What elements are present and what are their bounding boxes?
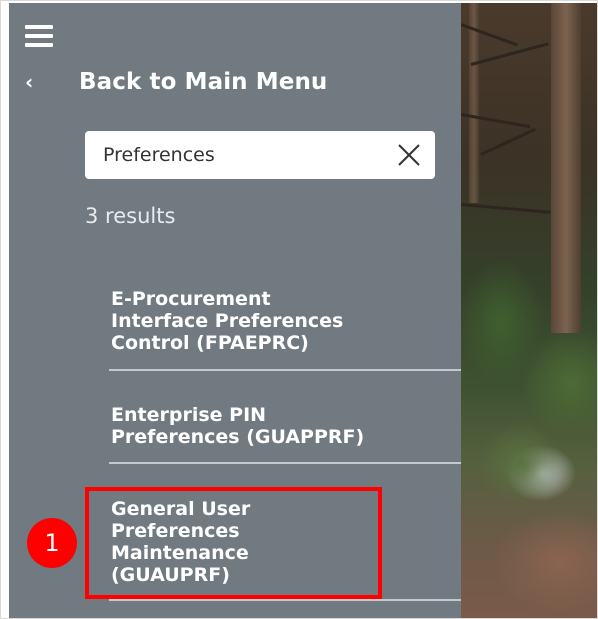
- result-line: E-Procurement: [111, 288, 271, 310]
- background-photo: [461, 3, 597, 618]
- result-line: Preferences (GUAPPRF): [111, 426, 365, 448]
- close-icon[interactable]: [397, 143, 421, 167]
- highlight-box: [85, 487, 382, 599]
- step-number-badge: 1: [27, 518, 77, 568]
- result-divider: [109, 599, 461, 601]
- result-line: Interface Preferences: [111, 310, 344, 332]
- result-line: Control (FPAEPRC): [111, 332, 309, 354]
- result-item-fpaeprc[interactable]: E-Procurement Interface Preferences Cont…: [111, 288, 451, 354]
- back-label: Back to Main Menu: [79, 69, 328, 95]
- screenshot-frame: ‹ Back to Main Menu 3 results E-Procurem…: [0, 0, 598, 619]
- hamburger-menu-icon[interactable]: [25, 25, 53, 47]
- results-count: 3 results: [85, 204, 176, 228]
- result-divider: [109, 462, 461, 464]
- search-input[interactable]: [103, 144, 383, 166]
- result-divider: [109, 369, 461, 371]
- search-box: [85, 131, 435, 179]
- chevron-left-icon: ‹: [25, 70, 34, 94]
- result-line: Enterprise PIN: [111, 404, 267, 426]
- back-to-main-menu-link[interactable]: ‹ Back to Main Menu: [25, 67, 327, 97]
- result-item-guapprf[interactable]: Enterprise PIN Preferences (GUAPPRF): [111, 404, 451, 448]
